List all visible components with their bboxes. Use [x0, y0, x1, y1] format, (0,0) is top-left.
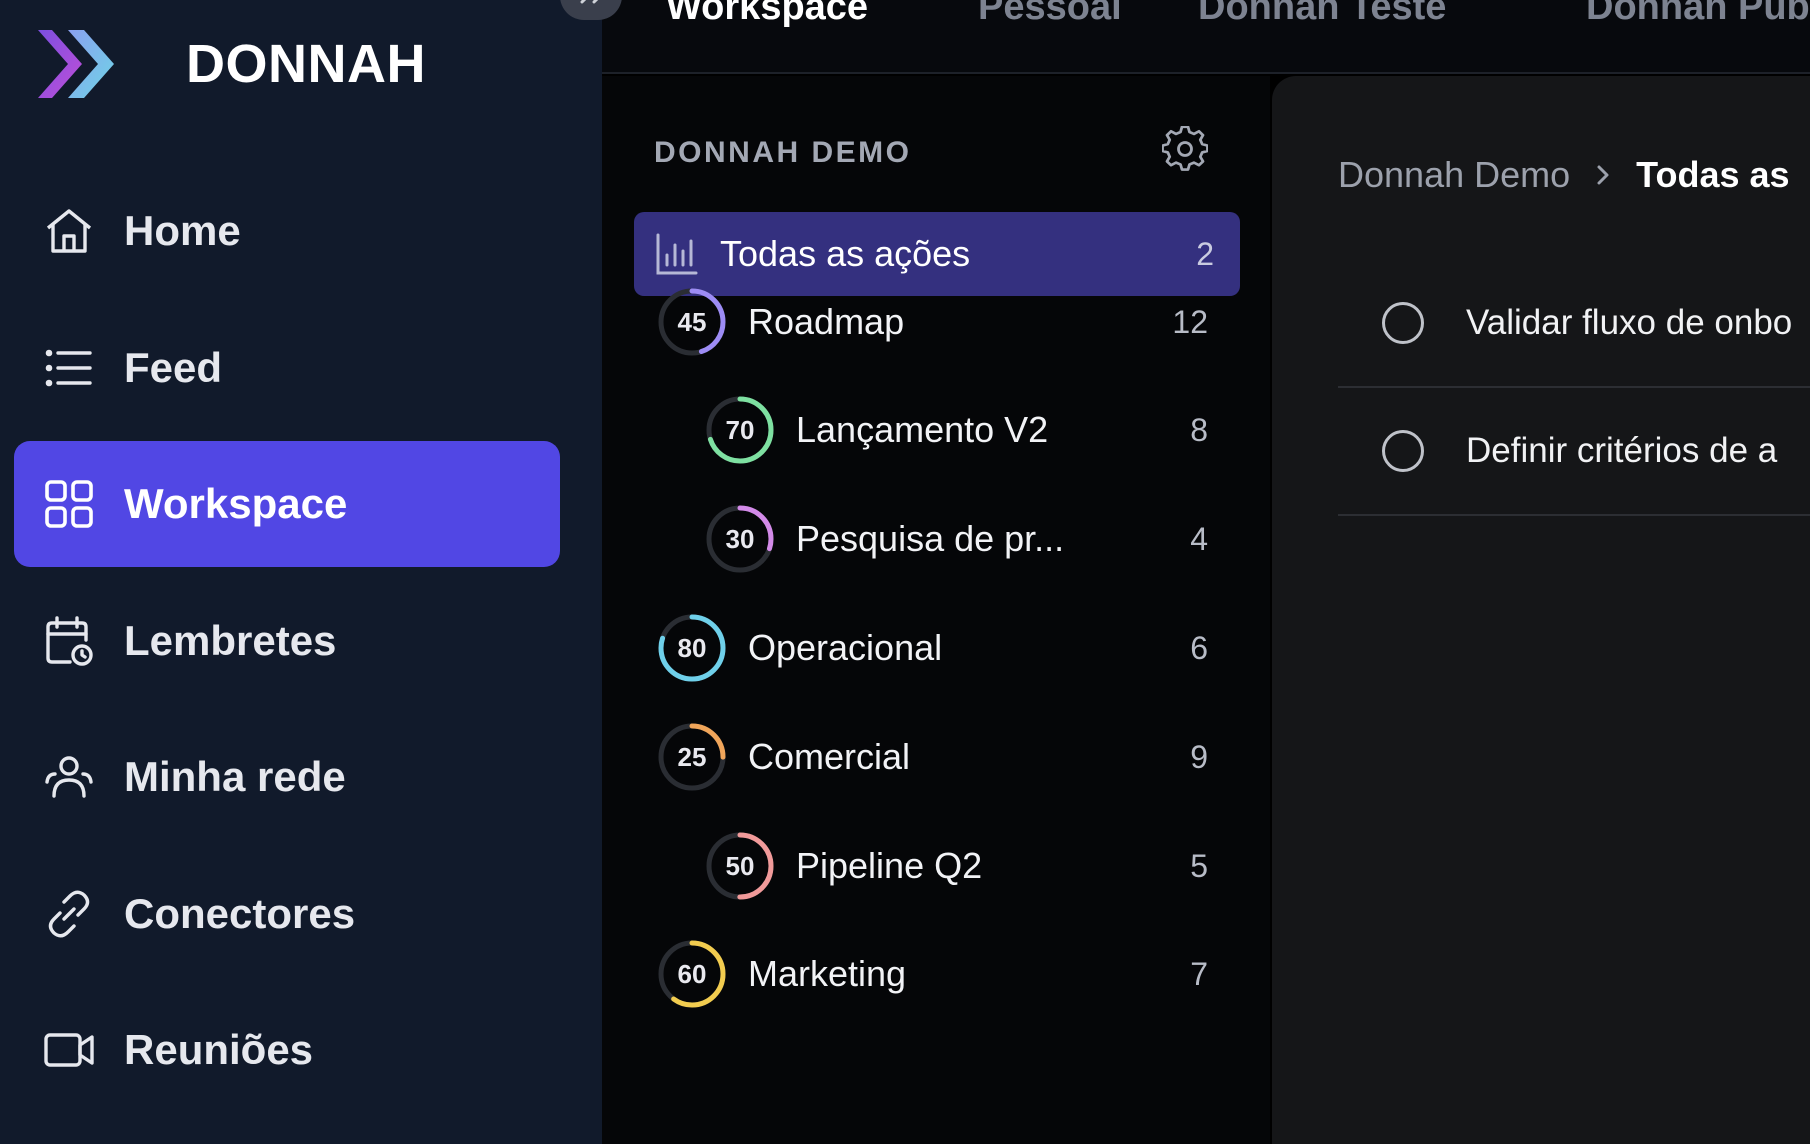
- brand-name: DONNAH: [186, 34, 426, 94]
- project-name: Comercial: [748, 736, 911, 777]
- progress-ring: 70: [704, 394, 776, 466]
- sidebar-item-lembretes[interactable]: Lembretes: [14, 578, 560, 704]
- progress-value: 50: [725, 850, 755, 881]
- progress-ring: 25: [656, 721, 728, 793]
- sidebar-item-label: Workspace: [124, 480, 348, 527]
- tab-donnah-publ[interactable]: Donnah Publ: [1586, 0, 1810, 29]
- sidebar-item-label: Feed: [124, 343, 223, 391]
- sidebar-item-minha-rede[interactable]: Minha rede: [14, 714, 560, 840]
- project-name: Marketing: [748, 953, 907, 994]
- project-item-operacional[interactable]: 80 Operacional 6: [656, 608, 1208, 688]
- home-icon: [42, 204, 96, 258]
- all-actions-label: Todas as ações: [720, 233, 971, 274]
- project-count: 7: [1190, 955, 1208, 992]
- workspace-panel: DONNAH DEMO Todas as ações 2 45 Roadmap …: [602, 76, 1270, 1144]
- project-name: Pesquisa de pr...: [796, 518, 1065, 559]
- project-name: Roadmap: [748, 301, 905, 342]
- breadcrumb: Donnah Demo Todas as: [1338, 154, 1790, 196]
- task-label: Definir critérios de a: [1466, 431, 1778, 470]
- content-panel: Donnah Demo Todas as Validar fluxo de on…: [1272, 76, 1810, 1144]
- progress-ring: 60: [656, 938, 728, 1010]
- project-name: Lançamento V2: [796, 409, 1049, 450]
- people-icon: [42, 750, 96, 804]
- project-name: Operacional: [748, 627, 943, 668]
- project-count: 12: [1172, 303, 1208, 340]
- sidebar: DONNAH Home Feed Workspace Lembretes Min…: [0, 0, 602, 1144]
- project-name: Pipeline Q2: [796, 845, 983, 886]
- sidebar-item-label: Conectores: [124, 889, 356, 937]
- task-row[interactable]: Validar fluxo de onbo: [1338, 260, 1810, 388]
- top-tab-bar: Workspace Pessoal Donnah Teste Donnah Pu…: [602, 0, 1810, 74]
- sidebar-item-label: Lembretes: [124, 616, 337, 664]
- tab-workspace[interactable]: Workspace: [666, 0, 868, 29]
- progress-value: 45: [677, 306, 707, 337]
- task-row[interactable]: Definir critérios de a: [1338, 388, 1810, 516]
- calendar-clock-icon: [42, 614, 96, 668]
- project-item-pesquisa[interactable]: 30 Pesquisa de pr... 4: [704, 499, 1208, 579]
- sidebar-item-feed[interactable]: Feed: [14, 305, 560, 431]
- chevron-right-icon: [1597, 165, 1609, 185]
- sidebar-item-reunioes[interactable]: Reuniões: [14, 987, 560, 1113]
- chevron-left-icon: [580, 0, 599, 4]
- progress-ring: 45: [656, 286, 728, 358]
- project-item-comercial[interactable]: 25 Comercial 9: [656, 717, 1208, 797]
- project-count: 5: [1190, 847, 1208, 884]
- progress-ring: 50: [704, 830, 776, 902]
- project-item-marketing[interactable]: 60 Marketing 7: [656, 934, 1208, 1014]
- project-count: 9: [1190, 738, 1208, 775]
- sidebar-item-home[interactable]: Home: [14, 168, 560, 294]
- project-item-roadmap[interactable]: 45 Roadmap 12: [656, 282, 1208, 362]
- task-checkbox[interactable]: [1382, 430, 1424, 472]
- bar-chart-icon: [656, 233, 698, 275]
- progress-ring: 80: [656, 612, 728, 684]
- sidebar-item-workspace[interactable]: Workspace: [14, 441, 560, 567]
- workspace-title: DONNAH DEMO: [654, 136, 912, 169]
- gear-icon[interactable]: [1162, 126, 1208, 172]
- breadcrumb-current: Todas as: [1636, 154, 1790, 195]
- project-count: 8: [1190, 411, 1208, 448]
- sidebar-item-label: Home: [124, 207, 241, 254]
- project-count: 4: [1190, 520, 1208, 557]
- tab-pessoal[interactable]: Pessoal: [978, 0, 1122, 29]
- project-item-pipeline-q2[interactable]: 50 Pipeline Q2 5: [704, 826, 1208, 906]
- task-label: Validar fluxo de onbo: [1466, 303, 1793, 342]
- progress-value: 60: [677, 958, 707, 989]
- progress-value: 30: [725, 523, 755, 554]
- progress-ring: 30: [704, 503, 776, 575]
- sidebar-item-label: Minha rede: [124, 753, 346, 800]
- progress-value: 25: [677, 741, 707, 772]
- list-icon: [42, 341, 96, 395]
- sidebar-item-conectores[interactable]: Conectores: [14, 851, 560, 977]
- grid-icon: [42, 477, 96, 531]
- app-window: DONNAH Home Feed Workspace Lembretes Min…: [0, 0, 1810, 1144]
- project-count: 6: [1190, 629, 1208, 666]
- video-icon: [42, 1023, 96, 1077]
- sidebar-item-label: Reuniões: [124, 1026, 314, 1073]
- all-actions-count: 2: [1196, 235, 1214, 272]
- tab-donnah-teste[interactable]: Donnah Teste: [1198, 0, 1446, 29]
- task-checkbox[interactable]: [1382, 302, 1424, 344]
- brand-logo[interactable]: DONNAH: [34, 26, 426, 102]
- progress-value: 80: [677, 632, 707, 663]
- progress-value: 70: [725, 414, 755, 445]
- project-item-lancamento-v2[interactable]: 70 Lançamento V2 8: [704, 390, 1208, 470]
- double-chevron-logo-icon: [38, 30, 114, 98]
- sidebar-nav: Home Feed Workspace Lembretes Minha rede…: [14, 168, 560, 1124]
- breadcrumb-parent[interactable]: Donnah Demo: [1338, 154, 1570, 196]
- link-icon: [42, 887, 96, 941]
